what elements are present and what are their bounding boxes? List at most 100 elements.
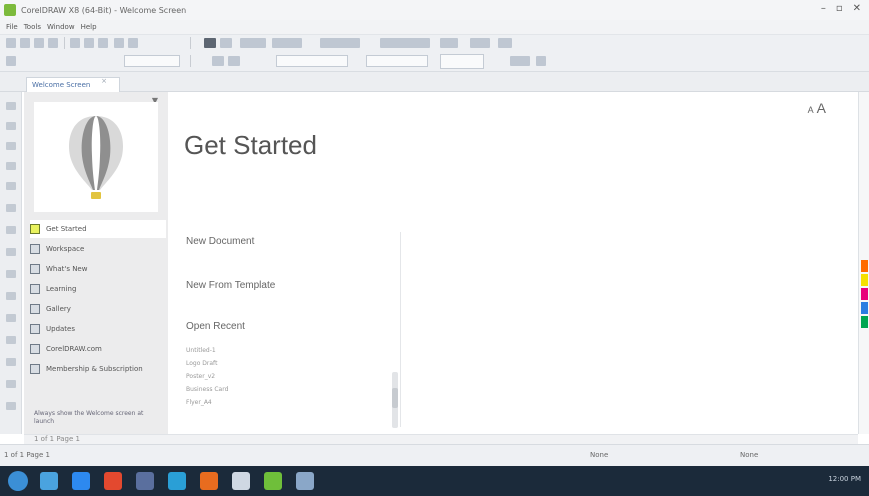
open-icon[interactable] (20, 38, 30, 48)
recent-file-item[interactable]: Untitled-1 (186, 344, 228, 357)
transparency-tool-icon[interactable] (6, 380, 16, 388)
page-size-icon[interactable] (6, 56, 16, 66)
crop-tool-icon[interactable] (6, 142, 16, 150)
recent-scrollbar-thumb[interactable] (392, 388, 398, 408)
nav-item-learning[interactable]: Learning (30, 280, 166, 298)
cut-icon[interactable] (70, 38, 80, 48)
recent-file-item[interactable]: Poster_v2 (186, 370, 228, 383)
layout-icon[interactable] (536, 56, 546, 66)
paste-icon[interactable] (98, 38, 108, 48)
import-icon[interactable] (204, 38, 216, 48)
close-button[interactable]: ✕ (853, 3, 861, 14)
nav-item-whats-new[interactable]: What's New (30, 260, 166, 278)
page-title: Get Started (184, 130, 317, 160)
new-from-template-link[interactable]: New From Template (186, 280, 275, 291)
duplicate-distance-field[interactable] (440, 54, 484, 69)
launch-icon[interactable] (380, 38, 430, 48)
menu-window[interactable]: Window (47, 23, 75, 31)
options-icon[interactable] (440, 38, 458, 48)
office-icon[interactable] (200, 472, 218, 490)
menu-help[interactable]: Help (81, 23, 97, 31)
tab-label: Welcome Screen (32, 81, 91, 89)
connector-tool-icon[interactable] (6, 336, 16, 344)
zoom-tool-icon[interactable] (6, 162, 16, 170)
save-icon[interactable] (34, 38, 44, 48)
nav-item-get-started[interactable]: Get Started (30, 220, 166, 238)
recent-file-item[interactable]: Logo Draft (186, 357, 228, 370)
nav-item-updates[interactable]: Updates (30, 320, 166, 338)
increase-font-icon[interactable]: A (817, 100, 826, 116)
menu-file[interactable]: File (6, 23, 18, 31)
nav-item-gallery[interactable]: Gallery (30, 300, 166, 318)
app-taskbar-icon[interactable] (296, 472, 314, 490)
file-explorer-icon[interactable] (40, 472, 58, 490)
font-size-control[interactable]: AA (808, 100, 826, 116)
pick-tool-icon[interactable] (6, 102, 16, 110)
nudge-field[interactable] (366, 55, 428, 67)
maximize-button[interactable]: ▫ (836, 3, 843, 14)
search-content-icon[interactable] (240, 38, 266, 48)
status-outline-indicator[interactable]: None (740, 451, 758, 459)
system-tray-clock[interactable]: 12:00 PM (828, 475, 861, 483)
store-icon[interactable] (72, 472, 90, 490)
edge-icon[interactable] (168, 472, 186, 490)
balloon-logo-icon (69, 116, 123, 199)
polygon-tool-icon[interactable] (6, 270, 16, 278)
page-options-icon[interactable] (510, 56, 530, 66)
new-icon[interactable] (6, 38, 16, 48)
portrait-icon[interactable] (212, 56, 224, 66)
snap-to-icon[interactable] (320, 38, 360, 48)
rectangle-tool-icon[interactable] (6, 226, 16, 234)
recent-file-item[interactable]: Business Card (186, 383, 228, 396)
minimize-button[interactable]: – (821, 3, 826, 14)
nav-item-workspace[interactable]: Workspace (30, 240, 166, 258)
undo-icon[interactable] (114, 38, 124, 48)
zoom-dropdown[interactable] (272, 38, 302, 48)
membership-icon (30, 364, 40, 374)
content-divider (400, 232, 401, 427)
landscape-icon[interactable] (228, 56, 240, 66)
copy-icon[interactable] (84, 38, 94, 48)
menu-tools[interactable]: Tools (24, 23, 41, 31)
nav-item-coreldraw-com[interactable]: CorelDRAW.com (30, 340, 166, 358)
parallel-dimension-tool-icon[interactable] (6, 314, 16, 322)
shape-tool-icon[interactable] (6, 122, 16, 130)
palette-swatch-magenta[interactable] (861, 288, 868, 300)
units-dropdown[interactable] (276, 55, 348, 67)
export-icon[interactable] (220, 38, 232, 48)
mail-icon[interactable] (136, 472, 154, 490)
drop-shadow-tool-icon[interactable] (6, 358, 16, 366)
photos-icon[interactable] (232, 472, 250, 490)
print-icon[interactable] (48, 38, 58, 48)
toolbox (0, 92, 22, 434)
ellipse-tool-icon[interactable] (6, 248, 16, 256)
palette-swatch-yellow[interactable] (861, 274, 868, 286)
page-navigator: 1 of 1 Page 1 (24, 434, 858, 444)
start-button-icon[interactable] (8, 471, 28, 491)
coreldraw-taskbar-icon[interactable] (264, 472, 282, 490)
extra-icon[interactable] (498, 38, 512, 48)
eyedropper-tool-icon[interactable] (6, 402, 16, 410)
page-size-field[interactable] (124, 55, 180, 67)
window-controls: – ▫ ✕ (821, 3, 861, 14)
redo-icon[interactable] (128, 38, 138, 48)
page-navigator-text[interactable]: 1 of 1 Page 1 (34, 435, 80, 443)
text-tool-icon[interactable] (6, 292, 16, 300)
learning-icon (30, 284, 40, 294)
palette-swatch-green[interactable] (861, 316, 868, 328)
nav-item-membership[interactable]: Membership & Subscription (30, 360, 166, 378)
artistic-media-tool-icon[interactable] (6, 204, 16, 212)
recent-file-item[interactable]: Flyer_A4 (186, 396, 228, 409)
web-icon (30, 344, 40, 354)
browser-icon[interactable] (104, 472, 122, 490)
decrease-font-icon[interactable]: A (808, 105, 814, 115)
show-at-launch-checkbox-label[interactable]: Always show the Welcome screen at launch (34, 410, 158, 426)
start-icon (30, 224, 40, 234)
palette-swatch-blue[interactable] (861, 302, 868, 314)
settings-icon[interactable] (470, 38, 490, 48)
freehand-tool-icon[interactable] (6, 182, 16, 190)
status-fill-indicator[interactable]: None (590, 451, 608, 459)
palette-swatch-orange[interactable] (861, 260, 868, 272)
tab-close-icon[interactable]: × (98, 77, 110, 85)
new-document-link[interactable]: New Document (186, 236, 254, 247)
